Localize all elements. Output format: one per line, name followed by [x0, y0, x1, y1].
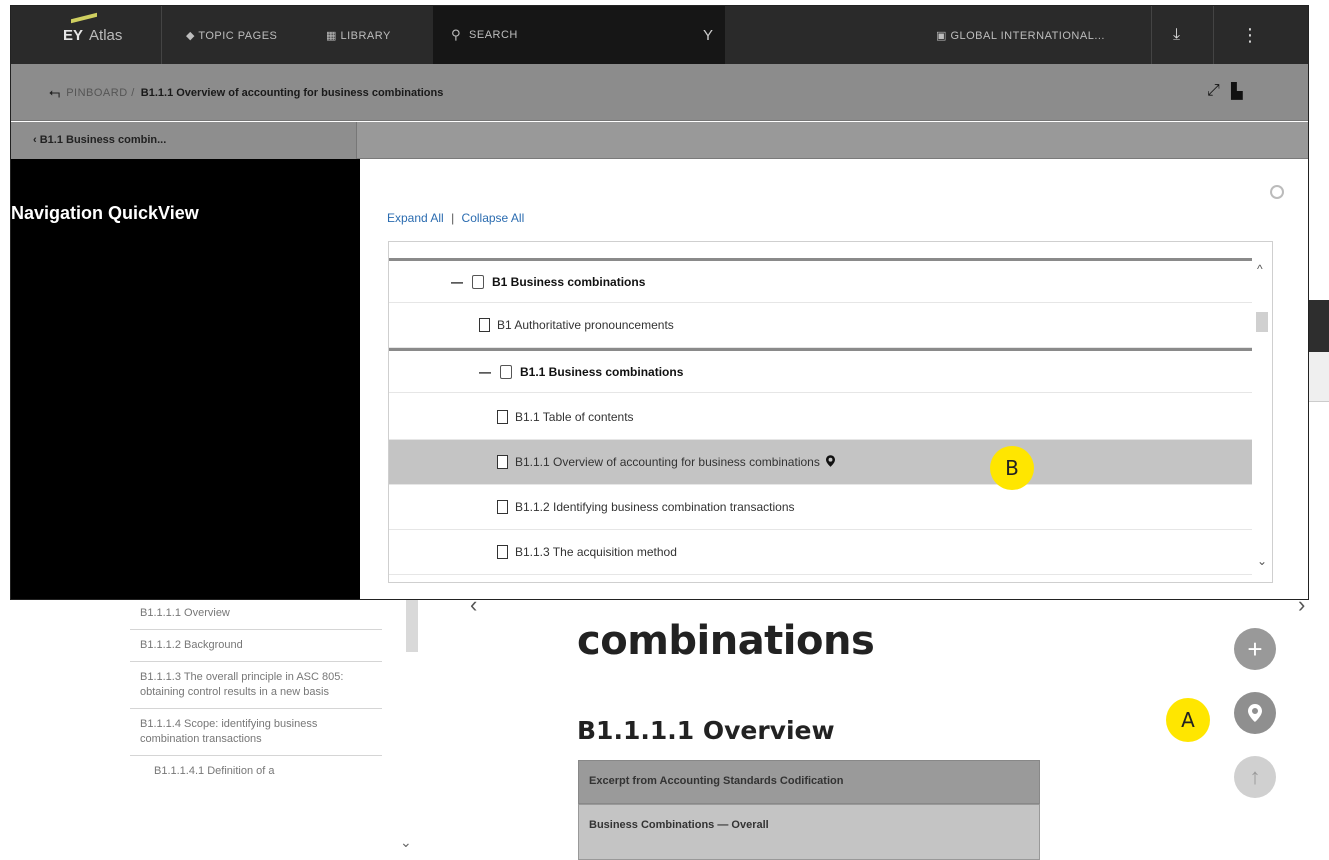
quickview-panel: Expand All | Collapse All · · · · · · · … — [360, 159, 1308, 599]
search-input[interactable]: ⚲ SEARCH — [451, 6, 518, 64]
folder-icon — [500, 364, 512, 379]
toc-item[interactable]: B1.1.1.4.1 Definition of a — [130, 756, 382, 787]
map-pin-icon — [1248, 704, 1262, 722]
table-of-contents: B1.1.1.1 Overview B1.1.1.2 Background B1… — [130, 598, 410, 860]
excerpt-row: Business Combinations — Overall — [578, 804, 1040, 860]
tree-scrollbar[interactable]: ^ ⌄ — [1252, 242, 1272, 582]
tree-doc-row[interactable]: B1.1.3 The acquisition method — [389, 530, 1254, 575]
toc-item[interactable]: B1.1.1.4 Scope: identifying business com… — [130, 709, 382, 756]
section-heading: B1.1.1.1 Overview — [577, 716, 835, 745]
download-icon[interactable]: ⤓ — [1173, 6, 1180, 64]
document-icon — [497, 500, 508, 514]
add-button[interactable]: + — [1234, 628, 1276, 670]
logo[interactable]: EY Atlas — [63, 6, 122, 64]
link-separator: | — [451, 211, 455, 225]
tree-doc-row[interactable]: B1.1 Table of contents — [389, 395, 1254, 440]
scrollbar-thumb[interactable] — [1256, 312, 1268, 332]
close-icon[interactable] — [1270, 185, 1284, 199]
scroll-top-button[interactable]: ↑ — [1234, 756, 1276, 798]
back-arrow-icon[interactable]: ⮢ — [49, 84, 60, 101]
tree-row-partial: · · · · · · · · · · · · · · · · · · · · … — [459, 241, 705, 248]
search-icon: ⚲ — [451, 27, 462, 42]
logo-subtext: Atlas — [89, 26, 123, 44]
breadcrumb: ⮢ PINBOARD / B1.1.1 Overview of accounti… — [49, 84, 443, 101]
tree-doc-row[interactable]: B1.1.2 Identifying business combination … — [389, 485, 1254, 530]
expand-all-link[interactable]: Expand All — [387, 211, 444, 225]
tree-folder-row[interactable]: — B1 Business combinations — [389, 258, 1254, 303]
annotation-marker-b: B — [990, 446, 1034, 490]
region-selector[interactable]: ▣ GLOBAL INTERNATIONAL... — [936, 6, 1105, 64]
search-placeholder: SEARCH — [469, 29, 518, 41]
folder-icon — [472, 274, 484, 289]
breadcrumb-bar: ⮢ PINBOARD / B1.1.1 Overview of accounti… — [11, 64, 1308, 121]
breadcrumb-pinboard[interactable]: PINBOARD / — [66, 87, 135, 99]
background-panel-edge — [1308, 300, 1329, 352]
collapse-icon[interactable]: — — [479, 365, 491, 379]
document-icon — [497, 545, 508, 559]
arrow-up-icon: ↑ — [1249, 764, 1261, 789]
document-page: B1.1.1.1 Overview B1.1.1.2 Background B1… — [110, 592, 1329, 860]
collapse-icon[interactable]: — — [451, 275, 463, 289]
toc-item[interactable]: B1.1.1.2 Background — [130, 630, 382, 662]
nav-library[interactable]: ▦ LIBRARY — [326, 6, 391, 64]
tree-doc-row[interactable]: B1 Authoritative pronouncements — [389, 303, 1254, 348]
sub-navigation-bar: ‹ B1.1 Business combin... — [11, 122, 1308, 159]
quickview-title: Navigation QuickView — [11, 203, 199, 223]
annotation-marker-a: A — [1166, 698, 1210, 742]
chevron-down-icon[interactable]: ⌄ — [400, 834, 412, 851]
tree-doc-row-selected[interactable]: B1.1.1 Overview of accounting for busine… — [389, 440, 1254, 485]
nav-topic-pages[interactable]: ◆ TOPIC PAGES — [186, 6, 277, 64]
document-title: combinations — [577, 618, 875, 664]
expand-icon[interactable]: ⤢ — [1207, 82, 1220, 100]
excerpt-header: Excerpt from Accounting Standards Codifi… — [578, 760, 1040, 804]
divider — [161, 6, 162, 64]
top-navigation-bar: EY Atlas ◆ TOPIC PAGES ▦ LIBRARY ⚲ SEARC… — [11, 6, 1308, 64]
tree-row-label: B1.1.1 Overview of accounting for busine… — [515, 455, 820, 469]
tree-row-label: B1.1 Table of contents — [515, 410, 634, 424]
breadcrumb-current: B1.1.1 Overview of accounting for busine… — [140, 86, 444, 99]
tree-row-label: B1.1 Business combinations — [520, 364, 684, 379]
tree-row-label: B1.1.3 The acquisition method — [515, 545, 677, 559]
chevron-down-icon[interactable]: ⌄ — [1257, 554, 1267, 568]
navigation-tree: · · · · · · · · · · · · · · · · · · · · … — [388, 241, 1273, 583]
filter-icon[interactable]: Y — [703, 6, 713, 64]
location-button[interactable] — [1234, 692, 1276, 734]
divider — [1151, 6, 1152, 64]
divider — [1213, 6, 1214, 64]
document-icon — [497, 410, 508, 424]
document-icon — [479, 318, 490, 332]
more-options-icon[interactable]: ⋮ — [1241, 6, 1259, 64]
map-pin-icon — [825, 454, 835, 470]
tree-row-label: B1.1.2 Identifying business combination … — [515, 500, 795, 514]
toc-item[interactable]: B1.1.1.1 Overview — [130, 598, 382, 630]
tree-folder-row[interactable]: — B1.1 Business combinations — [389, 348, 1254, 393]
plus-icon: + — [1247, 633, 1263, 664]
tree-row-label: B1 Authoritative pronouncements — [497, 318, 674, 332]
toc-scrollbar[interactable] — [406, 598, 418, 652]
tree-row-label: B1 Business combinations — [492, 274, 646, 289]
toc-item[interactable]: B1.1.1.3 The overall principle in ASC 80… — [130, 662, 382, 709]
print-icon[interactable]: ▙ — [1231, 82, 1243, 100]
chevron-up-icon[interactable]: ^ — [1257, 262, 1263, 276]
collapse-all-link[interactable]: Collapse All — [462, 211, 525, 225]
document-icon — [497, 455, 508, 469]
quickview-sidebar: Navigation QuickView — [11, 159, 360, 599]
background-panel-edge — [1308, 352, 1329, 402]
app-window: EY Atlas ◆ TOPIC PAGES ▦ LIBRARY ⚲ SEARC… — [10, 5, 1309, 600]
parent-section-link[interactable]: ‹ B1.1 Business combin... — [11, 122, 357, 159]
logo-text: EY — [63, 26, 84, 44]
expand-collapse-links: Expand All | Collapse All — [387, 211, 524, 225]
